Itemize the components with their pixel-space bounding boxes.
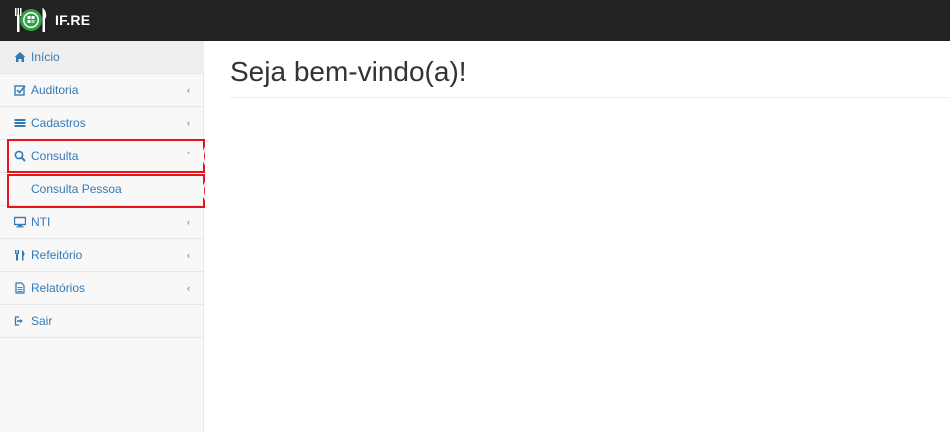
check-square-icon — [14, 84, 28, 96]
sidebar-item-label: NTI — [31, 215, 51, 229]
sidebar-item-label: Relatórios — [31, 281, 86, 295]
main-content: Seja bem-vindo(a)! — [205, 41, 950, 432]
sidebar-item-label: Sair — [31, 314, 53, 328]
list-icon — [14, 117, 28, 129]
sidebar-item-label: Refeitório — [31, 248, 83, 262]
brand-name[interactable]: IF.RE — [55, 12, 90, 28]
sidebar-item-label: Cadastros — [31, 116, 86, 130]
chevron-left-icon: ‹ — [187, 217, 190, 227]
chevron-left-icon: ‹ — [187, 118, 190, 128]
restaurant-logo-icon[interactable] — [14, 4, 48, 36]
top-navbar: IF.RE — [0, 0, 950, 41]
sidebar-item-consulta[interactable]: Consulta ˇ — [0, 140, 204, 173]
cutlery-icon — [14, 249, 28, 261]
page-title: Seja bem-vindo(a)! — [230, 56, 467, 87]
chevron-left-icon: ‹ — [187, 85, 190, 95]
monitor-icon — [14, 216, 28, 228]
sidebar-item-auditoria[interactable]: Auditoria ‹ — [0, 74, 204, 107]
sidebar: Início Auditoria ‹ Cadastros ‹ Consulta … — [0, 41, 204, 432]
sidebar-item-label: Consulta — [31, 149, 79, 163]
search-icon — [14, 150, 28, 162]
chevron-left-icon: ‹ — [187, 283, 190, 293]
sidebar-item-cadastros[interactable]: Cadastros ‹ — [0, 107, 204, 140]
sidebar-item-refeitorio[interactable]: Refeitório ‹ — [0, 239, 204, 272]
sidebar-subitem-label: Consulta Pessoa — [31, 182, 122, 196]
sidebar-item-inicio[interactable]: Início — [0, 41, 204, 74]
title-divider — [230, 97, 950, 98]
chevron-left-icon: ‹ — [187, 250, 190, 260]
sidebar-item-label: Auditoria — [31, 83, 79, 97]
sidebar-item-label: Início — [31, 50, 60, 64]
sidebar-subitem-consulta-pessoa[interactable]: Consulta Pessoa — [0, 173, 204, 206]
sidebar-item-sair[interactable]: Sair — [0, 305, 204, 338]
chevron-down-icon: ˇ — [187, 151, 190, 161]
file-text-icon — [14, 282, 28, 294]
sidebar-item-relatorios[interactable]: Relatórios ‹ — [0, 272, 204, 305]
home-icon — [14, 51, 28, 63]
sign-out-icon — [14, 315, 28, 327]
sidebar-item-nti[interactable]: NTI ‹ — [0, 206, 204, 239]
